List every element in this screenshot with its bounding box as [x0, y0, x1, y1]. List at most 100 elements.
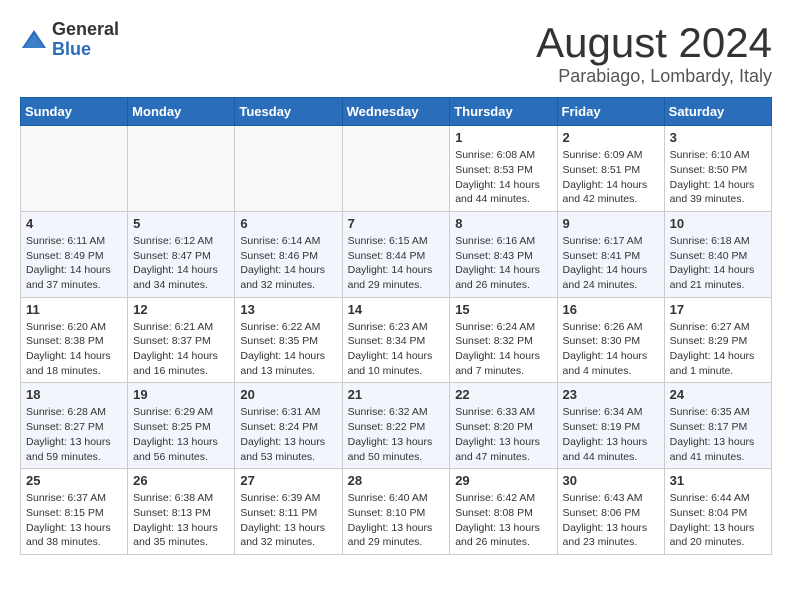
- calendar-cell: 4 Sunrise: 6:11 AM Sunset: 8:49 PM Daylig…: [21, 211, 128, 297]
- day-info: Sunrise: 6:43 AM Sunset: 8:06 PM Dayligh…: [563, 491, 659, 550]
- calendar-cell: 11 Sunrise: 6:20 AM Sunset: 8:38 PM Dayli…: [21, 297, 128, 383]
- calendar-cell: 28Sunrise: 6:40 AM Sunset: 8:10 PM Dayli…: [342, 469, 450, 555]
- calendar-cell: 3 Sunrise: 6:10 AM Sunset: 8:50 PM Daylig…: [664, 126, 771, 212]
- day-info: Sunrise: 6:16 AM Sunset: 8:43 PM Dayligh…: [455, 234, 551, 293]
- day-number: 1: [455, 130, 551, 145]
- calendar-cell: 9 Sunrise: 6:17 AM Sunset: 8:41 PM Daylig…: [557, 211, 664, 297]
- calendar-cell: [235, 126, 342, 212]
- day-info: Sunrise: 6:32 AM Sunset: 8:22 PM Dayligh…: [348, 405, 445, 464]
- day-info: Sunrise: 6:20 AM Sunset: 8:38 PM Dayligh…: [26, 320, 122, 379]
- day-info: Sunrise: 6:11 AM Sunset: 8:49 PM Dayligh…: [26, 234, 122, 293]
- day-number: 5: [133, 216, 229, 231]
- day-number: 13: [240, 302, 336, 317]
- calendar-cell: 17 Sunrise: 6:27 AM Sunset: 8:29 PM Dayli…: [664, 297, 771, 383]
- day-number: 30: [563, 473, 659, 488]
- day-number: 4: [26, 216, 122, 231]
- calendar-cell: 14Sunrise: 6:23 AM Sunset: 8:34 PM Dayli…: [342, 297, 450, 383]
- day-info: Sunrise: 6:17 AM Sunset: 8:41 PM Dayligh…: [563, 234, 659, 293]
- logo: General Blue: [20, 20, 119, 60]
- calendar-cell: 10Sunrise: 6:18 AM Sunset: 8:40 PM Dayli…: [664, 211, 771, 297]
- day-info: Sunrise: 6:12 AM Sunset: 8:47 PM Dayligh…: [133, 234, 229, 293]
- day-info: Sunrise: 6:15 AM Sunset: 8:44 PM Dayligh…: [348, 234, 445, 293]
- calendar-table: SundayMondayTuesdayWednesdayThursdayFrid…: [20, 97, 772, 555]
- day-number: 16: [563, 302, 659, 317]
- calendar-cell: 18 Sunrise: 6:28 AM Sunset: 8:27 PM Dayli…: [21, 383, 128, 469]
- day-info: Sunrise: 6:27 AM Sunset: 8:29 PM Dayligh…: [670, 320, 766, 379]
- calendar-cell: 29Sunrise: 6:42 AM Sunset: 8:08 PM Dayli…: [450, 469, 557, 555]
- day-number: 6: [240, 216, 336, 231]
- weekday-header-row: SundayMondayTuesdayWednesdayThursdayFrid…: [21, 98, 772, 126]
- day-number: 27: [240, 473, 336, 488]
- calendar-cell: 26 Sunrise: 6:38 AM Sunset: 8:13 PM Dayli…: [128, 469, 235, 555]
- day-info: Sunrise: 6:31 AM Sunset: 8:24 PM Dayligh…: [240, 405, 336, 464]
- day-info: Sunrise: 6:38 AM Sunset: 8:13 PM Dayligh…: [133, 491, 229, 550]
- day-info: Sunrise: 6:39 AM Sunset: 8:11 PM Dayligh…: [240, 491, 336, 550]
- day-info: Sunrise: 6:18 AM Sunset: 8:40 PM Dayligh…: [670, 234, 766, 293]
- calendar-cell: 7Sunrise: 6:15 AM Sunset: 8:44 PM Daylig…: [342, 211, 450, 297]
- day-info: Sunrise: 6:21 AM Sunset: 8:37 PM Dayligh…: [133, 320, 229, 379]
- day-info: Sunrise: 6:33 AM Sunset: 8:20 PM Dayligh…: [455, 405, 551, 464]
- day-number: 31: [670, 473, 766, 488]
- day-info: Sunrise: 6:29 AM Sunset: 8:25 PM Dayligh…: [133, 405, 229, 464]
- day-info: Sunrise: 6:44 AM Sunset: 8:04 PM Dayligh…: [670, 491, 766, 550]
- day-number: 19: [133, 387, 229, 402]
- day-number: 17: [670, 302, 766, 317]
- calendar-cell: 12 Sunrise: 6:21 AM Sunset: 8:37 PM Dayli…: [128, 297, 235, 383]
- day-number: 25: [26, 473, 122, 488]
- day-number: 22: [455, 387, 551, 402]
- logo-general: General: [52, 19, 119, 39]
- calendar-week-row: 1 Sunrise: 6:08 AM Sunset: 8:53 PM Daylig…: [21, 126, 772, 212]
- day-number: 26: [133, 473, 229, 488]
- day-info: Sunrise: 6:34 AM Sunset: 8:19 PM Dayligh…: [563, 405, 659, 464]
- day-number: 12: [133, 302, 229, 317]
- day-number: 2: [563, 130, 659, 145]
- day-info: Sunrise: 6:40 AM Sunset: 8:10 PM Dayligh…: [348, 491, 445, 550]
- calendar-cell: 5 Sunrise: 6:12 AM Sunset: 8:47 PM Daylig…: [128, 211, 235, 297]
- day-info: Sunrise: 6:26 AM Sunset: 8:30 PM Dayligh…: [563, 320, 659, 379]
- weekday-header: Thursday: [450, 98, 557, 126]
- calendar-week-row: 4 Sunrise: 6:11 AM Sunset: 8:49 PM Daylig…: [21, 211, 772, 297]
- day-info: Sunrise: 6:35 AM Sunset: 8:17 PM Dayligh…: [670, 405, 766, 464]
- calendar-cell: 27 Sunrise: 6:39 AM Sunset: 8:11 PM Dayli…: [235, 469, 342, 555]
- calendar-cell: 8 Sunrise: 6:16 AM Sunset: 8:43 PM Daylig…: [450, 211, 557, 297]
- day-number: 9: [563, 216, 659, 231]
- weekday-header: Sunday: [21, 98, 128, 126]
- day-number: 24: [670, 387, 766, 402]
- weekday-header: Saturday: [664, 98, 771, 126]
- calendar-cell: 19 Sunrise: 6:29 AM Sunset: 8:25 PM Dayli…: [128, 383, 235, 469]
- day-info: Sunrise: 6:28 AM Sunset: 8:27 PM Dayligh…: [26, 405, 122, 464]
- calendar-cell: 20 Sunrise: 6:31 AM Sunset: 8:24 PM Dayli…: [235, 383, 342, 469]
- day-number: 3: [670, 130, 766, 145]
- day-number: 23: [563, 387, 659, 402]
- calendar-cell: 24 Sunrise: 6:35 AM Sunset: 8:17 PM Dayli…: [664, 383, 771, 469]
- month-title: August 2024: [536, 20, 772, 66]
- day-info: Sunrise: 6:14 AM Sunset: 8:46 PM Dayligh…: [240, 234, 336, 293]
- calendar-week-row: 25 Sunrise: 6:37 AM Sunset: 8:15 PM Dayli…: [21, 469, 772, 555]
- calendar-week-row: 18 Sunrise: 6:28 AM Sunset: 8:27 PM Dayli…: [21, 383, 772, 469]
- location-subtitle: Parabiago, Lombardy, Italy: [536, 66, 772, 87]
- day-info: Sunrise: 6:23 AM Sunset: 8:34 PM Dayligh…: [348, 320, 445, 379]
- day-number: 21: [348, 387, 445, 402]
- page-header: General Blue August 2024 Parabiago, Lomb…: [20, 20, 772, 87]
- calendar-cell: 1 Sunrise: 6:08 AM Sunset: 8:53 PM Daylig…: [450, 126, 557, 212]
- day-info: Sunrise: 6:10 AM Sunset: 8:50 PM Dayligh…: [670, 148, 766, 207]
- calendar-cell: [21, 126, 128, 212]
- calendar-cell: 22 Sunrise: 6:33 AM Sunset: 8:20 PM Dayli…: [450, 383, 557, 469]
- logo-blue: Blue: [52, 39, 91, 59]
- day-number: 29: [455, 473, 551, 488]
- calendar-cell: 23 Sunrise: 6:34 AM Sunset: 8:19 PM Dayli…: [557, 383, 664, 469]
- day-number: 11: [26, 302, 122, 317]
- day-number: 8: [455, 216, 551, 231]
- calendar-cell: [342, 126, 450, 212]
- day-info: Sunrise: 6:37 AM Sunset: 8:15 PM Dayligh…: [26, 491, 122, 550]
- day-info: Sunrise: 6:08 AM Sunset: 8:53 PM Dayligh…: [455, 148, 551, 207]
- day-number: 20: [240, 387, 336, 402]
- logo-icon: [20, 26, 48, 54]
- title-area: August 2024 Parabiago, Lombardy, Italy: [536, 20, 772, 87]
- calendar-cell: 16 Sunrise: 6:26 AM Sunset: 8:30 PM Dayli…: [557, 297, 664, 383]
- calendar-cell: 2Sunrise: 6:09 AM Sunset: 8:51 PM Daylig…: [557, 126, 664, 212]
- calendar-cell: 13Sunrise: 6:22 AM Sunset: 8:35 PM Dayli…: [235, 297, 342, 383]
- calendar-cell: 15Sunrise: 6:24 AM Sunset: 8:32 PM Dayli…: [450, 297, 557, 383]
- day-number: 18: [26, 387, 122, 402]
- calendar-cell: 25 Sunrise: 6:37 AM Sunset: 8:15 PM Dayli…: [21, 469, 128, 555]
